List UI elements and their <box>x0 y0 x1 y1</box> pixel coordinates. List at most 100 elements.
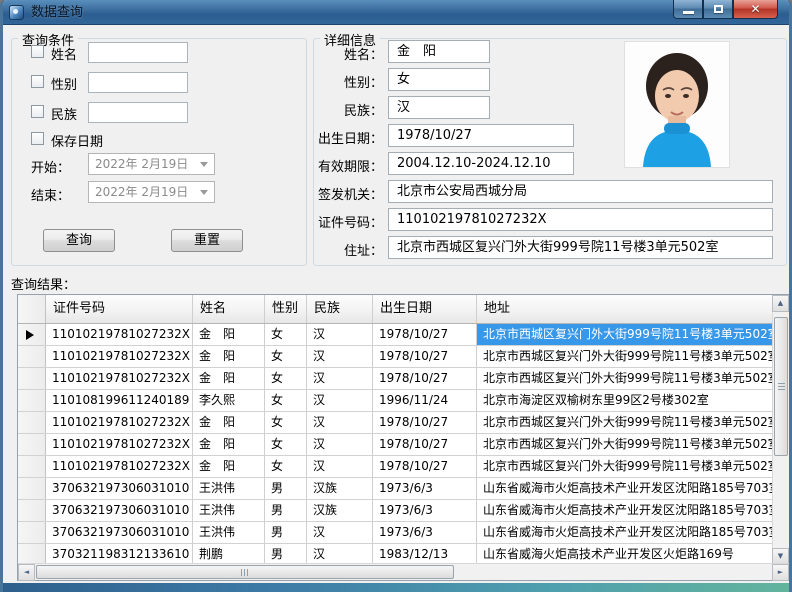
cell[interactable]: 王洪伟 <box>193 500 265 521</box>
scroll-right-icon[interactable]: ► <box>772 564 789 581</box>
row-selector[interactable] <box>18 324 46 345</box>
cell[interactable]: 1983/12/13 <box>373 544 477 565</box>
cell[interactable]: 汉 <box>307 544 373 565</box>
cell[interactable]: 370321198312133610 <box>46 544 193 565</box>
cell[interactable]: 男 <box>265 500 307 521</box>
selected-cell[interactable]: 北京市西城区复兴门外大街999号院11号楼3单元502室 <box>477 324 774 345</box>
cell[interactable]: 1996/11/24 <box>373 390 477 411</box>
row-selector[interactable] <box>18 500 46 521</box>
cell[interactable]: 女 <box>265 434 307 455</box>
row-selector[interactable] <box>18 434 46 455</box>
cell[interactable]: 370632197306031010 <box>46 522 193 543</box>
cell[interactable]: 汉 <box>307 390 373 411</box>
cell[interactable]: 11010219781027232X <box>46 412 193 433</box>
cell[interactable]: 汉 <box>307 368 373 389</box>
cell[interactable]: 汉 <box>307 434 373 455</box>
table-row[interactable]: 370632197306031010王洪伟男汉族1973/6/3山东省威海市火炬… <box>18 500 774 522</box>
cell[interactable]: 北京市西城区复兴门外大街999号院11号楼3单元502室 <box>477 368 774 389</box>
cell[interactable]: 金 阳 <box>193 456 265 477</box>
table-row[interactable]: 11010219781027232X金 阳女汉1978/10/27北京市西城区复… <box>18 346 774 368</box>
cell[interactable]: 金 阳 <box>193 412 265 433</box>
cell[interactable]: 汉 <box>307 346 373 367</box>
cell[interactable]: 11010219781027232X <box>46 456 193 477</box>
row-selector[interactable] <box>18 478 46 499</box>
table-row[interactable]: 11010219781027232X金 阳女汉1978/10/27北京市西城区复… <box>18 324 774 346</box>
minimize-button[interactable] <box>673 0 703 19</box>
cell[interactable]: 北京市西城区复兴门外大街999号院11号楼3单元502室 <box>477 434 774 455</box>
titlebar[interactable]: 数据查询 ✕ <box>0 0 792 25</box>
cell[interactable]: 北京市海淀区双榆树东里99区2号楼302室 <box>477 390 774 411</box>
cell[interactable]: 女 <box>265 456 307 477</box>
cell[interactable]: 女 <box>265 324 307 345</box>
cell[interactable]: 1978/10/27 <box>373 456 477 477</box>
cell[interactable]: 1973/6/3 <box>373 522 477 543</box>
cell[interactable]: 李久熙 <box>193 390 265 411</box>
cell[interactable]: 金 阳 <box>193 324 265 345</box>
row-selector[interactable] <box>18 390 46 411</box>
name-checkbox[interactable] <box>31 45 44 58</box>
cell[interactable]: 山东省威海市火炬高技术产业开发区沈阳路185号703室 <box>477 500 774 521</box>
row-selector[interactable] <box>18 544 46 565</box>
cell[interactable]: 1973/6/3 <box>373 500 477 521</box>
cell[interactable]: 汉 <box>307 324 373 345</box>
row-selector[interactable] <box>18 412 46 433</box>
cell[interactable]: 男 <box>265 522 307 543</box>
cell[interactable]: 金 阳 <box>193 346 265 367</box>
name-input[interactable] <box>88 42 188 63</box>
cell[interactable]: 北京市西城区复兴门外大街999号院11号楼3单元502室 <box>477 456 774 477</box>
column-header-1[interactable]: 证件号码 <box>46 295 193 323</box>
cell[interactable]: 1978/10/27 <box>373 324 477 345</box>
cell[interactable]: 370632197306031010 <box>46 478 193 499</box>
table-row[interactable]: 11010219781027232X金 阳女汉1978/10/27北京市西城区复… <box>18 434 774 456</box>
vertical-scroll-thumb[interactable] <box>774 317 788 456</box>
gender-input[interactable] <box>88 72 188 93</box>
cell[interactable]: 北京市西城区复兴门外大街999号院11号楼3单元502室 <box>477 346 774 367</box>
cell[interactable]: 11010219781027232X <box>46 346 193 367</box>
cell[interactable]: 1978/10/27 <box>373 368 477 389</box>
cell[interactable]: 1978/10/27 <box>373 346 477 367</box>
cell[interactable]: 汉族 <box>307 478 373 499</box>
cell[interactable]: 女 <box>265 412 307 433</box>
cell[interactable]: 11010219781027232X <box>46 368 193 389</box>
maximize-button[interactable] <box>703 0 733 19</box>
cell[interactable]: 1978/10/27 <box>373 434 477 455</box>
table-row[interactable]: 110108199611240189李久熙女汉1996/11/24北京市海淀区双… <box>18 390 774 412</box>
cell[interactable]: 11010219781027232X <box>46 324 193 345</box>
scroll-left-icon[interactable]: ◄ <box>18 564 35 581</box>
row-selector[interactable] <box>18 346 46 367</box>
cell[interactable]: 汉 <box>307 412 373 433</box>
vertical-scrollbar[interactable]: ▲ ▼ <box>772 295 789 565</box>
table-row[interactable]: 370321198312133610荆鹏男汉1983/12/13山东省威海火炬高… <box>18 544 774 565</box>
cell[interactable]: 1973/6/3 <box>373 478 477 499</box>
end-date-picker[interactable]: 2022年 2月19日 <box>88 181 215 203</box>
gender-checkbox[interactable] <box>31 75 44 88</box>
table-row[interactable]: 11010219781027232X金 阳女汉1978/10/27北京市西城区复… <box>18 368 774 390</box>
reset-button[interactable]: 重置 <box>171 229 243 252</box>
cell[interactable]: 110108199611240189 <box>46 390 193 411</box>
cell[interactable]: 男 <box>265 478 307 499</box>
cell[interactable]: 370632197306031010 <box>46 500 193 521</box>
cell[interactable]: 金 阳 <box>193 434 265 455</box>
cell[interactable]: 山东省威海火炬高技术产业开发区火炬路169号 <box>477 544 774 565</box>
scroll-up-icon[interactable]: ▲ <box>772 295 789 312</box>
cell[interactable]: 北京市西城区复兴门外大街999号院11号楼3单元502室 <box>477 412 774 433</box>
table-row[interactable]: 11010219781027232X金 阳女汉1978/10/27北京市西城区复… <box>18 412 774 434</box>
cell[interactable]: 男 <box>265 544 307 565</box>
horizontal-scroll-thumb[interactable] <box>36 565 454 579</box>
cell[interactable]: 汉 <box>307 456 373 477</box>
save-date-checkbox[interactable] <box>31 132 44 145</box>
cell[interactable]: 荆鹏 <box>193 544 265 565</box>
ethnicity-input[interactable] <box>88 102 188 123</box>
query-button[interactable]: 查询 <box>43 229 115 252</box>
table-row[interactable]: 11010219781027232X金 阳女汉1978/10/27北京市西城区复… <box>18 456 774 478</box>
close-button[interactable]: ✕ <box>733 0 778 19</box>
cell[interactable]: 山东省威海市火炬高技术产业开发区沈阳路185号703室 <box>477 522 774 543</box>
cell[interactable]: 汉族 <box>307 500 373 521</box>
table-row[interactable]: 370632197306031010王洪伟男汉族1973/6/3山东省威海市火炬… <box>18 478 774 500</box>
cell[interactable]: 金 阳 <box>193 368 265 389</box>
row-selector[interactable] <box>18 456 46 477</box>
column-header-6[interactable]: 地址 <box>477 295 774 323</box>
cell[interactable]: 11010219781027232X <box>46 434 193 455</box>
column-header-3[interactable]: 性别 <box>265 295 307 323</box>
cell[interactable]: 王洪伟 <box>193 522 265 543</box>
